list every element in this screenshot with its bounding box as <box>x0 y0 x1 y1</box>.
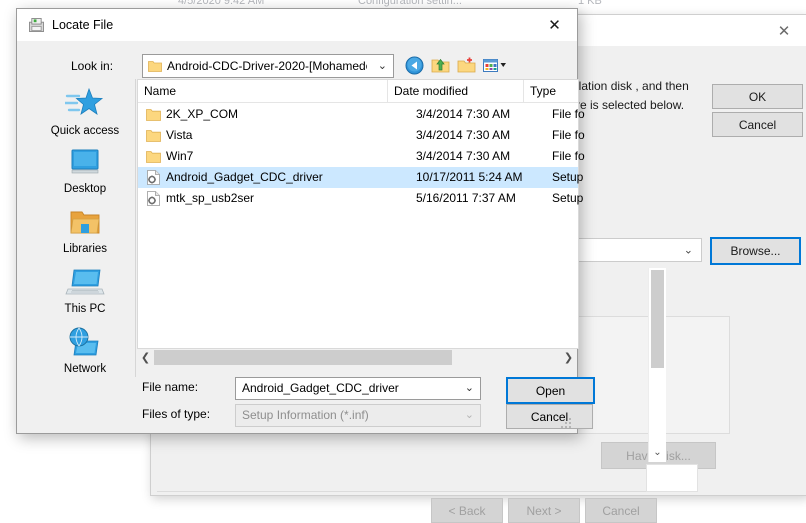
sidebar-label: Quick access <box>50 125 120 137</box>
scrollbar-thumb[interactable] <box>651 270 664 368</box>
file-list-header: Name Date modified Type <box>138 80 578 103</box>
file-type: Setup <box>552 170 584 184</box>
wizard-next-button[interactable]: Next > <box>508 498 580 523</box>
file-name-input[interactable]: Android_Gadget_CDC_driver ⌄ <box>235 377 481 400</box>
sidebar-label: Libraries <box>62 243 108 255</box>
scroll-right-icon[interactable]: ❯ <box>560 349 577 366</box>
files-of-type-select[interactable]: Setup Information (*.inf) ⌄ <box>235 404 481 427</box>
locate-file-close-button[interactable]: ✕ <box>532 9 577 41</box>
globe-network-icon <box>69 327 99 356</box>
folder-icon <box>146 151 161 163</box>
sidebar-item-desktop[interactable]: Desktop <box>35 147 135 195</box>
sidebar-item-this-pc[interactable]: This PC <box>35 267 135 315</box>
table-row[interactable]: 2K_XP_COM 3/4/2014 7:30 AM File fo <box>138 104 585 125</box>
wizard-cancel-bottom-button[interactable]: Cancel <box>585 498 657 523</box>
computer-icon <box>65 269 105 295</box>
file-name: 2K_XP_COM <box>166 107 239 121</box>
wizard-panel-edge <box>646 464 698 492</box>
up-one-level-icon[interactable] <box>431 56 450 75</box>
file-type: Setup <box>552 191 584 205</box>
table-row[interactable]: mtk_sp_usb2ser 5/16/2011 7:37 AM Setup <box>138 188 583 209</box>
files-of-type-label: Files of type: <box>142 407 211 421</box>
column-header-date-modified[interactable]: Date modified <box>388 80 524 102</box>
files-of-type-value: Setup Information (*.inf) <box>242 408 369 422</box>
table-row[interactable]: Android_Gadget_CDC_driver 10/17/2011 5:2… <box>138 167 583 188</box>
look-in-value: Android-CDC-Driver-2020-[Mohamedovic.com <box>167 59 367 73</box>
file-name: Vista <box>166 128 193 142</box>
look-in-combobox[interactable]: Android-CDC-Driver-2020-[Mohamedovic.com… <box>142 54 394 78</box>
file-name-label: File name: <box>142 380 199 394</box>
inf-file-icon <box>147 170 160 185</box>
locate-file-title-text: Locate File <box>52 18 114 32</box>
locate-file-dialog: Locate File ✕ Look in: Android-CDC-Drive… <box>16 8 595 434</box>
chevron-down-icon: ⌄ <box>683 243 693 257</box>
wizard-ok-button[interactable]: OK <box>712 84 803 109</box>
sidebar-label: Desktop <box>63 183 107 195</box>
places-bar: Quick access Desktop Libraries This PC N… <box>35 79 136 377</box>
file-name: mtk_sp_usb2ser <box>166 191 255 205</box>
folder-icon <box>148 61 162 72</box>
file-date: 10/17/2011 5:24 AM <box>416 170 523 184</box>
folder-icon <box>146 109 161 121</box>
file-date: 5/16/2011 7:37 AM <box>416 191 516 205</box>
file-date: 3/4/2014 7:30 AM <box>416 149 511 163</box>
file-list[interactable]: Name Date modified Type 2K_XP_COM 3/4/20… <box>137 79 585 349</box>
background-text-size: 1 KB <box>578 0 602 7</box>
sidebar-item-libraries[interactable]: Libraries <box>35 207 135 255</box>
file-type: File fo <box>552 149 585 163</box>
file-name: Win7 <box>166 149 194 163</box>
scroll-left-icon[interactable]: ❮ <box>137 349 154 366</box>
sidebar-label: This PC <box>64 303 106 315</box>
scrollbar-thumb[interactable] <box>154 350 452 365</box>
file-type: File fo <box>552 107 585 121</box>
monitor-icon <box>71 149 99 174</box>
chevron-down-icon: ⌄ <box>464 381 474 394</box>
wizard-browse-button[interactable]: Browse... <box>710 237 801 265</box>
open-button[interactable]: Open <box>506 377 595 404</box>
file-name-value: Android_Gadget_CDC_driver <box>242 381 399 395</box>
wizard-path-combobox[interactable]: ⌄ <box>566 238 702 262</box>
wizard-instruction-line-2: re is selected below. <box>576 98 685 112</box>
file-date: 3/4/2014 7:30 AM <box>416 128 511 142</box>
sidebar-item-quick-access[interactable]: Quick access <box>35 87 135 137</box>
column-header-name[interactable]: Name <box>138 80 388 102</box>
wizard-cancel-button[interactable]: Cancel <box>712 112 803 137</box>
wizard-instruction-line-1: llation disk , and then <box>576 79 689 93</box>
folder-icon <box>146 130 161 142</box>
cancel-button[interactable]: Cancel <box>506 404 593 429</box>
chevron-down-icon: ⌄ <box>377 59 387 72</box>
views-icon[interactable] <box>483 56 507 75</box>
create-new-folder-icon[interactable] <box>457 56 476 75</box>
wizard-back-button[interactable]: < Back <box>431 498 503 523</box>
back-navigation-icon[interactable] <box>405 56 424 75</box>
inf-file-icon <box>147 191 160 206</box>
file-date: 3/4/2014 7:30 AM <box>416 107 511 121</box>
table-row[interactable]: Vista 3/4/2014 7:30 AM File fo <box>138 125 585 146</box>
file-list-horizontal-scrollbar[interactable]: ❮ ❯ <box>137 349 577 366</box>
file-name: Android_Gadget_CDC_driver <box>166 170 323 184</box>
resize-grip[interactable] <box>561 418 572 429</box>
column-header-type[interactable]: Type <box>524 80 578 102</box>
file-type: File fo <box>552 128 585 142</box>
chevron-down-icon: ⌄ <box>464 408 474 421</box>
folder-libraries-icon <box>70 211 100 234</box>
table-row[interactable]: Win7 3/4/2014 7:30 AM File fo <box>138 146 585 167</box>
locate-file-title-bar: Locate File ✕ <box>17 9 577 41</box>
sidebar-item-network[interactable]: Network <box>35 327 135 375</box>
background-text-type: Configuration settin... <box>358 0 462 7</box>
sidebar-label: Network <box>63 363 107 375</box>
star-icon <box>65 87 104 115</box>
look-in-label: Look in: <box>71 59 114 73</box>
wizard-vertical-scrollbar[interactable]: ⌄ <box>648 268 666 462</box>
wizard-separator <box>157 491 647 492</box>
scroll-down-icon[interactable]: ⌄ <box>649 444 666 460</box>
background-text-date: 4/5/2020 9:42 AM <box>178 0 265 7</box>
floppy-disk-icon <box>29 18 44 32</box>
wizard-close-icon[interactable]: ✕ <box>761 15 806 46</box>
